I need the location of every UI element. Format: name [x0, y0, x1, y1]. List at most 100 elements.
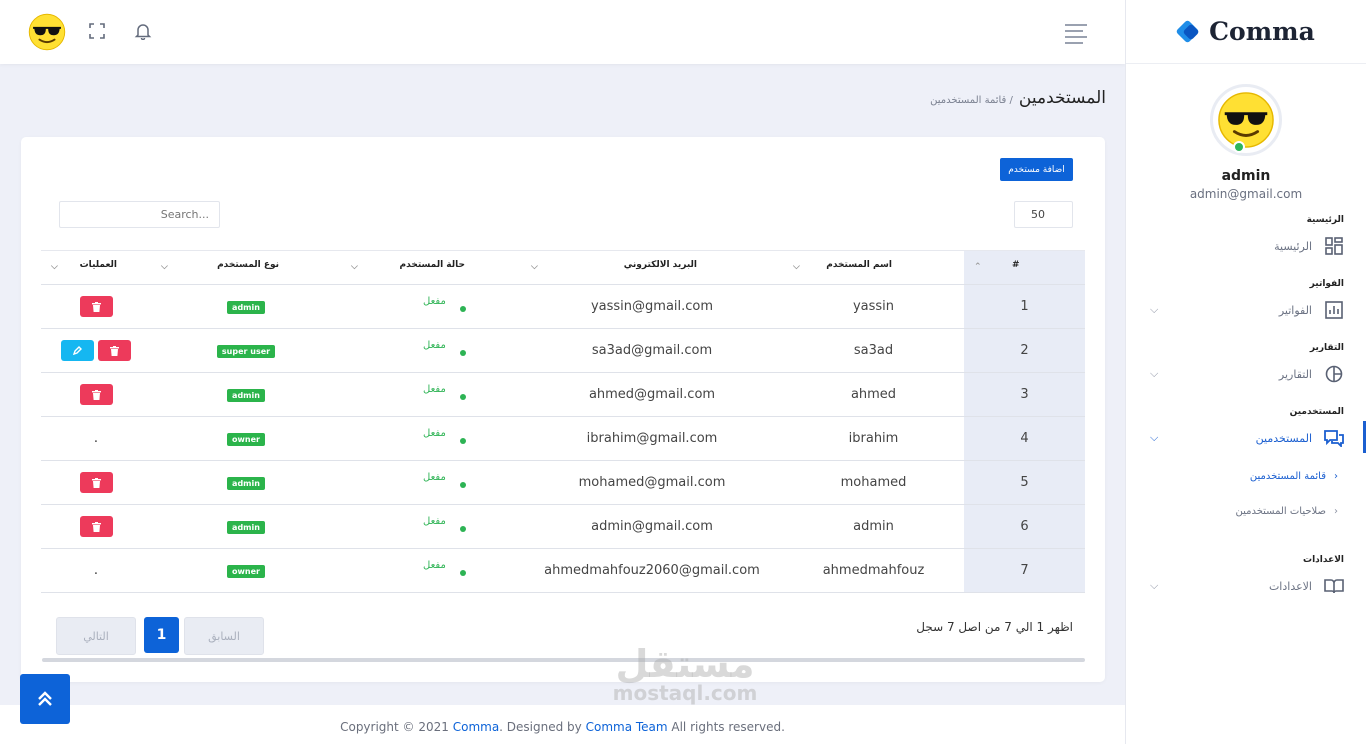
avatar-smiley-icon	[1217, 91, 1275, 149]
status-dot	[460, 438, 466, 444]
sidebar-item-home[interactable]: الرئيسية	[1126, 225, 1366, 267]
nav-section-settings: الاعدادات	[1303, 555, 1344, 565]
table-row: admin مفعل yassin@gmail.com yassin 1	[41, 284, 1085, 329]
fullscreen-icon[interactable]	[86, 20, 108, 42]
header-label: العمليات	[79, 260, 117, 270]
bell-icon[interactable]	[132, 20, 154, 42]
delete-button[interactable]	[79, 384, 113, 405]
cell-name: ibrahim	[783, 416, 964, 461]
column-header-name[interactable]: ⌵ اسم المستخدم	[783, 250, 964, 285]
trash-icon	[91, 389, 101, 400]
cell-name: mohamed	[783, 460, 964, 505]
cell-name: admin	[783, 504, 964, 549]
sidebar-item-reports[interactable]: ⌵ التقارير	[1126, 353, 1366, 395]
status-label: مفعل	[423, 560, 446, 571]
sidebar-item-users[interactable]: ⌵ المستخدمين	[1126, 417, 1366, 459]
scroll-to-top-button[interactable]	[20, 674, 70, 724]
per-page-select[interactable]: 50	[1014, 201, 1073, 228]
delete-button[interactable]	[98, 340, 131, 361]
menu-toggle-icon[interactable]	[1065, 24, 1087, 48]
footer-brand-link[interactable]: Comma	[453, 720, 499, 734]
cell-status: مفعل	[341, 372, 521, 417]
nav-section-reports: التقارير	[1309, 343, 1344, 353]
trash-icon	[91, 477, 101, 488]
table-row: . owner مفعل ibrahim@gmail.com ibrahim 4	[41, 416, 1085, 461]
footer-team-link[interactable]: Comma Team	[586, 720, 668, 734]
top-bar	[0, 0, 1125, 64]
cell-status: مفعل	[341, 328, 521, 373]
breadcrumb[interactable]: / قائمة المستخدمين	[930, 95, 1013, 106]
double-chevron-up-icon	[38, 691, 52, 706]
cell-number: 1	[964, 284, 1085, 329]
sidebar-item-settings[interactable]: ⌵ الاعدادات	[1126, 565, 1366, 607]
cell-number: 6	[964, 504, 1085, 549]
add-user-button[interactable]: اضافة مستخدم	[1000, 158, 1073, 181]
previous-page-button[interactable]: السابق	[184, 617, 264, 655]
cell-name: sa3ad	[783, 328, 964, 373]
sort-icon: ⌵	[793, 262, 800, 272]
cell-status: مفعل	[341, 284, 521, 329]
status-label: مفعل	[423, 384, 446, 395]
sidebar-item-label: الرئيسية	[1274, 239, 1312, 253]
cell-name: ahmedmahfouz	[783, 548, 964, 593]
sort-icon: ⌵	[531, 262, 538, 272]
chevron-down-icon: ⌵	[1150, 303, 1159, 316]
sidebar-subitem-users-list[interactable]: قائمة المستخدمين ›	[1126, 459, 1366, 494]
edit-button[interactable]	[61, 340, 94, 361]
cell-actions	[41, 372, 151, 417]
sidebar-subitem-users-permissions[interactable]: صلاحيات المستخدمين ›	[1126, 494, 1366, 529]
status-label: مفعل	[423, 296, 446, 307]
column-header-type[interactable]: ⌵ نوع المستخدم	[151, 250, 341, 285]
delete-button[interactable]	[79, 472, 113, 493]
table-row: . owner مفعل ahmedmahfouz2060@gmail.com ahme…	[41, 548, 1085, 593]
next-page-button[interactable]: التالي	[56, 617, 136, 655]
sort-icon: ⌵	[51, 262, 58, 272]
status-dot	[460, 570, 466, 576]
user-type-badge: super user	[216, 345, 276, 358]
book-icon	[1324, 576, 1344, 596]
profile-email: admin@gmail.com	[1189, 187, 1303, 201]
status-label: مفعل	[423, 340, 446, 351]
header-label: #	[1012, 260, 1020, 270]
cell-email: mohamed@gmail.com	[521, 460, 783, 505]
table-row: admin مفعل admin@gmail.com admin 6	[41, 504, 1085, 549]
delete-button[interactable]	[79, 516, 113, 537]
sidebar-item-label: التقارير	[1278, 367, 1312, 381]
status-dot	[460, 350, 466, 356]
footer-rights: All rights reserved.	[667, 720, 785, 734]
status-dot	[460, 306, 466, 312]
cell-email: admin@gmail.com	[521, 504, 783, 549]
user-type-badge: admin	[227, 389, 265, 402]
column-header-status[interactable]: ⌵ حالة المستخدم	[341, 250, 521, 285]
user-avatar-icon[interactable]	[28, 13, 66, 51]
sidebar-subitem-label: صلاحيات المستخدمين	[1235, 506, 1326, 517]
cell-type: owner	[151, 416, 341, 461]
column-header-actions[interactable]: ⌵ العمليات	[41, 250, 151, 285]
profile-name: admin	[1221, 168, 1271, 184]
sidebar-item-invoices[interactable]: ⌵ الفواتير	[1126, 289, 1366, 331]
column-header-number[interactable]: ⌃ #	[964, 250, 1085, 285]
search-input[interactable]	[59, 201, 220, 228]
delete-button[interactable]	[79, 296, 113, 317]
cell-type: admin	[151, 284, 341, 329]
bar-chart-icon	[1324, 300, 1344, 320]
cell-number: 3	[964, 372, 1085, 417]
watermark-arabic: مستقل	[615, 642, 755, 686]
cell-type: admin	[151, 504, 341, 549]
chevron-down-icon: ⌵	[1150, 367, 1159, 380]
horizontal-scrollbar[interactable]	[42, 658, 1085, 662]
header-label: حالة المستخدم	[399, 260, 465, 270]
column-header-email[interactable]: ⌵ البريد الالكتروني	[521, 250, 783, 285]
user-type-badge: admin	[227, 521, 265, 534]
status-dot	[460, 482, 466, 488]
cell-status: مفعل	[341, 548, 521, 593]
cell-number: 7	[964, 548, 1085, 593]
brand-logo[interactable]: Comma	[1126, 0, 1366, 64]
cell-name: yassin	[783, 284, 964, 329]
cell-email: ahmed@gmail.com	[521, 372, 783, 417]
page-1-button[interactable]: 1	[144, 617, 179, 653]
brand-name: Comma	[1209, 17, 1315, 46]
cell-actions	[41, 328, 151, 373]
footer-text: . Designed by	[499, 720, 586, 734]
user-type-badge: owner	[227, 433, 265, 446]
